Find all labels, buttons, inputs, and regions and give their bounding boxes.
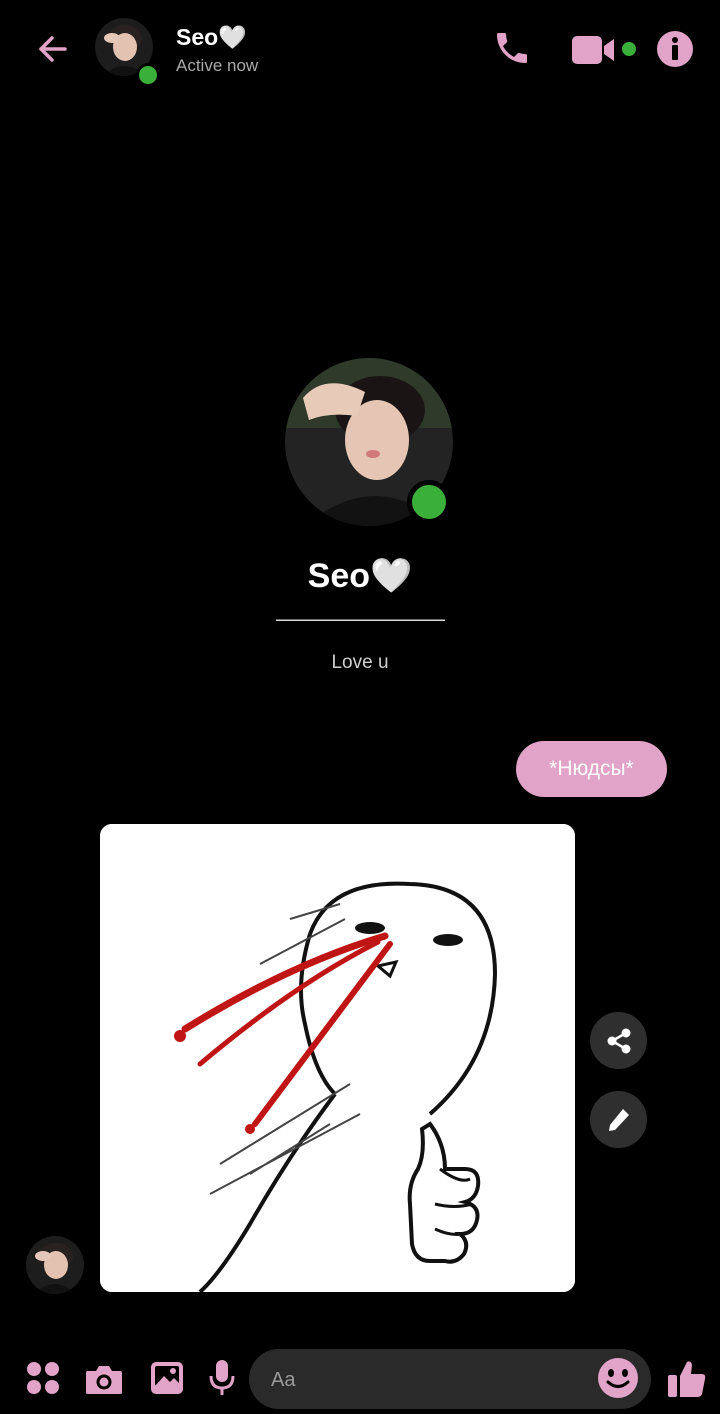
message-composer[interactable]: [249, 1349, 651, 1411]
camera-icon: [86, 1366, 122, 1394]
apps-icon: [27, 1362, 59, 1394]
profile-name: Seo🤍: [307, 557, 413, 595]
video-call-button[interactable]: [568, 30, 640, 70]
profile-divider: ————————: [276, 606, 445, 631]
info-icon: [657, 31, 693, 67]
share-button[interactable]: [590, 1012, 647, 1069]
active-status: Active now: [176, 56, 259, 75]
edit-button[interactable]: [590, 1091, 647, 1148]
sender-avatar[interactable]: [26, 1236, 84, 1294]
emoji-button[interactable]: [596, 1356, 640, 1400]
online-indicator: [136, 63, 160, 87]
image-message[interactable]: [100, 824, 575, 1292]
back-arrow-icon: [39, 36, 67, 62]
info-button[interactable]: [654, 28, 696, 70]
online-indicator: [407, 480, 451, 524]
meme-sticker-image: [100, 824, 575, 1292]
phone-icon: [497, 33, 527, 63]
outgoing-message-bubble[interactable]: *Нюдсы*: [516, 741, 667, 797]
like-button[interactable]: [664, 1356, 710, 1402]
back-button[interactable]: [30, 26, 76, 72]
pencil-icon: [608, 1108, 629, 1131]
thumbs-up-icon: [668, 1361, 706, 1397]
voice-message-button[interactable]: [204, 1355, 240, 1401]
apps-button[interactable]: [22, 1357, 64, 1399]
contact-name[interactable]: Seo🤍: [176, 24, 247, 51]
profile-bio: Love u: [331, 652, 389, 673]
camera-button[interactable]: [82, 1357, 126, 1401]
share-icon: [607, 1028, 630, 1053]
message-input[interactable]: [269, 1349, 593, 1411]
microphone-icon: [209, 1360, 235, 1395]
gallery-icon: [151, 1362, 183, 1394]
gallery-button[interactable]: [146, 1357, 188, 1399]
voice-call-button[interactable]: [488, 24, 536, 72]
video-camera-icon: [572, 36, 636, 64]
emoji-icon: [598, 1358, 638, 1398]
